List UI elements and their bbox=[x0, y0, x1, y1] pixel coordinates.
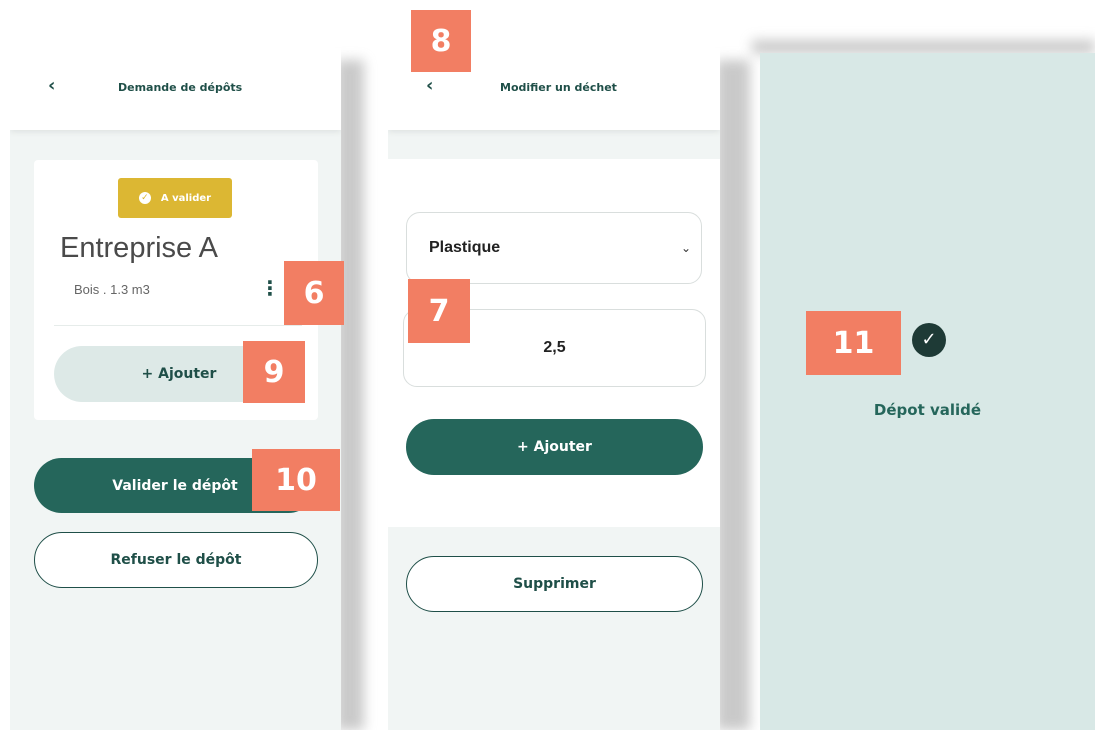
annotation-tag-7: 7 bbox=[408, 279, 470, 343]
status-badge-label: A valider bbox=[160, 192, 212, 204]
chevron-down-icon: ⌄ bbox=[680, 241, 691, 255]
check-circle-icon: ✓ bbox=[138, 192, 151, 204]
kebab-menu-icon[interactable]: ⋮ bbox=[260, 276, 280, 300]
page-title: Demande de dépôts bbox=[118, 81, 243, 94]
annotation-tag-6: 6 bbox=[284, 261, 344, 325]
annotation-tag-9: 9 bbox=[243, 341, 305, 403]
check-circle-icon: ✓ bbox=[912, 323, 946, 357]
waste-type-value: Plastique bbox=[429, 239, 501, 256]
company-name: Entreprise A bbox=[60, 232, 218, 264]
screen3-shadow bbox=[752, 40, 1095, 54]
page-title: Modifier un déchet bbox=[500, 81, 617, 94]
back-chevron-icon[interactable]: ‹ bbox=[426, 76, 433, 96]
divider bbox=[54, 325, 302, 326]
annotation-tag-8: 8 bbox=[411, 10, 471, 72]
edit-waste-screen: ‹ Modifier un déchet Plastique ⌄ 2,5 + A… bbox=[388, 48, 720, 730]
back-chevron-icon[interactable]: ‹ bbox=[48, 76, 55, 96]
annotation-tag-10: 10 bbox=[252, 449, 340, 511]
status-badge: ✓ A valider bbox=[118, 178, 232, 218]
annotation-tag-11: 11 bbox=[806, 311, 901, 375]
delete-button[interactable]: Supprimer bbox=[406, 556, 703, 612]
add-button[interactable]: + Ajouter bbox=[406, 419, 703, 475]
refuse-deposit-button[interactable]: Refuser le dépôt bbox=[34, 532, 318, 588]
deposit-validated-screen bbox=[760, 53, 1095, 730]
edit-form-panel: Plastique ⌄ 2,5 + Ajouter bbox=[388, 159, 720, 527]
screen2-shadow bbox=[716, 60, 750, 730]
waste-type-select[interactable]: Plastique ⌄ bbox=[406, 212, 702, 284]
success-message: Dépot validé bbox=[873, 401, 982, 419]
app-bar: ‹ Demande de dépôts bbox=[10, 48, 341, 130]
waste-item-line: Bois . 1.3 m3 bbox=[74, 282, 150, 297]
